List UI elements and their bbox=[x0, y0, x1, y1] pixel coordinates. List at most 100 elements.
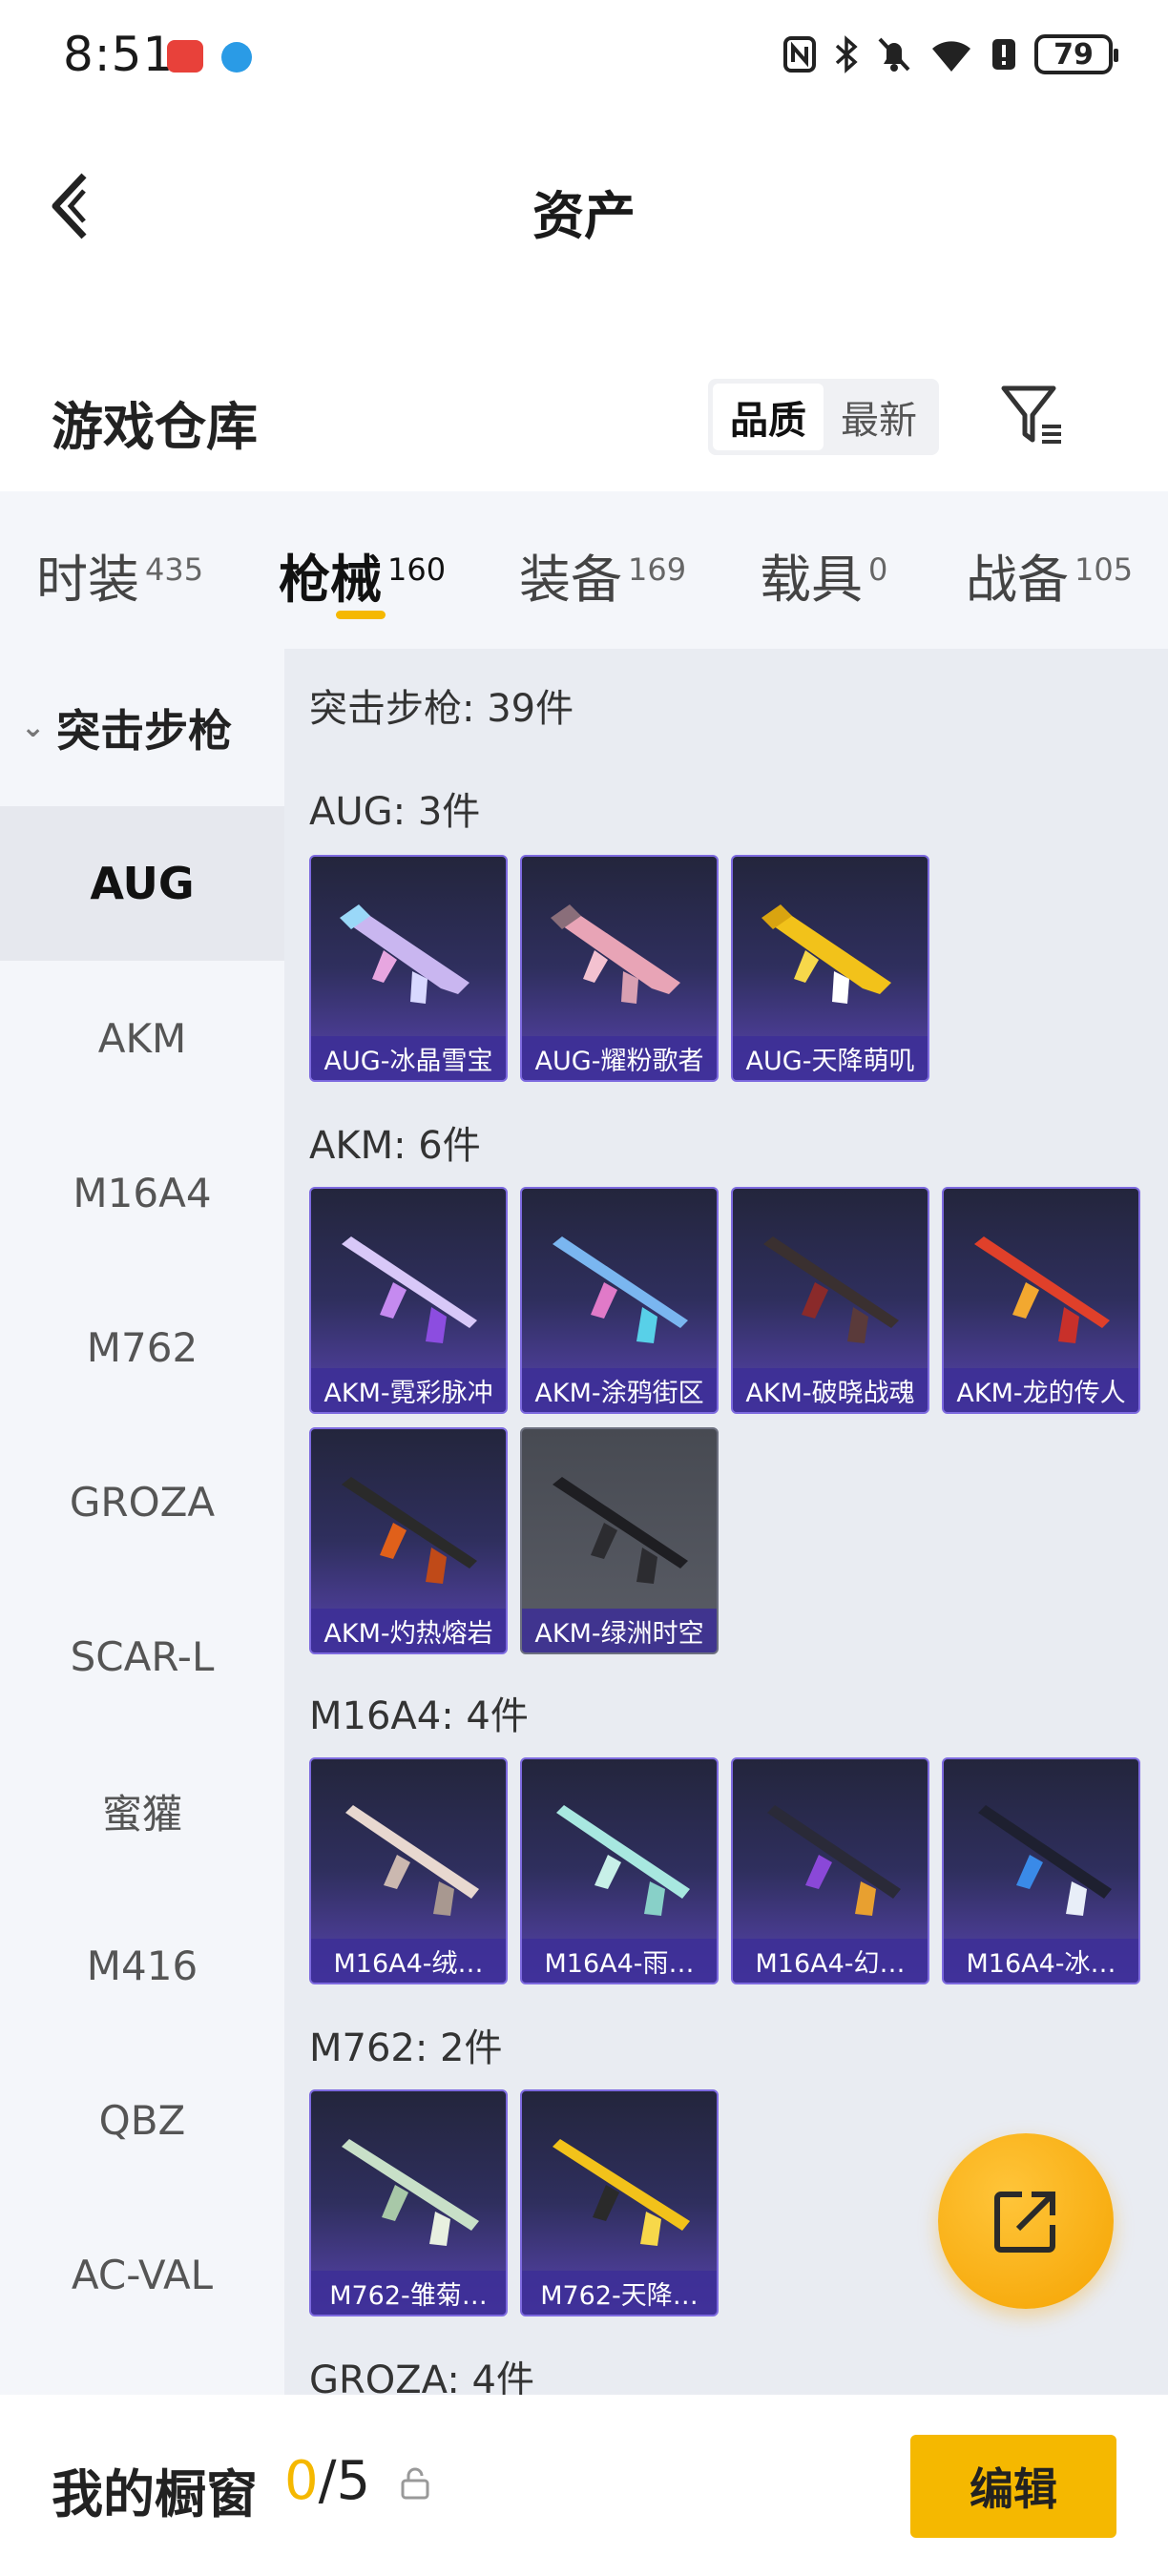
sidebar-item-m416[interactable]: M416 bbox=[0, 1888, 284, 2043]
share-button[interactable] bbox=[938, 2133, 1114, 2309]
status-bar: 8:51 79 bbox=[0, 0, 1168, 113]
weapon-card-label: AKM-破晓战魂 bbox=[733, 1368, 928, 1412]
section-heading-groza: GROZA: 4件 bbox=[309, 2358, 534, 2395]
tab-indicator bbox=[336, 611, 386, 619]
huawei-app-icon bbox=[167, 40, 203, 73]
showcase-title: 我的橱窗 bbox=[52, 2464, 258, 2524]
edit-button[interactable]: 编辑 bbox=[910, 2435, 1116, 2538]
weapon-skin-image bbox=[763, 1236, 899, 1343]
status-icons: 79 bbox=[782, 34, 1118, 74]
weapon-card-label: M762-天降… bbox=[522, 2271, 717, 2315]
tab-count: 435 bbox=[145, 551, 204, 588]
weapon-skin-image bbox=[556, 1805, 690, 1916]
weapon-card[interactable]: AUG-冰晶雪宝 bbox=[309, 855, 508, 1082]
weapon-skin-image bbox=[761, 904, 891, 1004]
sidebar-item-m762[interactable]: M762 bbox=[0, 1270, 284, 1424]
showcase-count-current: 0 bbox=[284, 2450, 319, 2512]
sidebar-group-label: 突击步枪 bbox=[56, 704, 233, 757]
tab-combat-gear[interactable]: 战备 105 bbox=[966, 537, 1133, 613]
weapon-card-label: M16A4-冰… bbox=[944, 1939, 1138, 1983]
section-heading-m16a4: M16A4: 4件 bbox=[309, 1694, 529, 1738]
sort-newest-button[interactable]: 最新 bbox=[824, 384, 934, 450]
warehouse-title: 游戏仓库 bbox=[52, 397, 258, 457]
tab-fashion[interactable]: 时装 435 bbox=[36, 537, 203, 613]
tab-label: 时装 bbox=[36, 550, 139, 610]
showcase-bar: 我的橱窗 0/5 编辑 bbox=[0, 2395, 1168, 2576]
weapon-card[interactable]: M16A4-幻… bbox=[731, 1757, 929, 1984]
wifi-icon bbox=[932, 41, 970, 72]
weapon-card-label: AKM-霓彩脉冲 bbox=[311, 1368, 506, 1412]
weapon-skin-image bbox=[340, 904, 469, 1004]
lock-icon bbox=[401, 2467, 429, 2500]
weapon-card[interactable]: AUG-耀粉歌者 bbox=[520, 855, 719, 1082]
alert-icon bbox=[992, 39, 1015, 70]
weapon-sidebar: ⌄ 突击步枪 AUG AKM M16A4 M762 GROZA SCAR-L 蜜… bbox=[0, 649, 284, 2395]
header: 资产 bbox=[0, 143, 1168, 267]
sort-quality-button[interactable]: 品质 bbox=[713, 384, 824, 450]
battery-icon: 79 bbox=[1034, 34, 1118, 74]
weapon-skin-image bbox=[974, 1236, 1110, 1343]
weapon-card-label: M16A4-雨… bbox=[522, 1939, 717, 1983]
filter-button[interactable] bbox=[998, 381, 1067, 449]
filter-icon bbox=[1001, 385, 1061, 444]
sidebar-group-assault-rifles[interactable]: ⌄ 突击步枪 bbox=[0, 649, 284, 806]
weapon-skin-image bbox=[342, 1236, 477, 1343]
sidebar-item-honey-badger[interactable]: 蜜獾 bbox=[0, 1734, 284, 1888]
sidebar-item-aug[interactable]: AUG bbox=[0, 806, 284, 961]
weapon-card-label: AKM-龙的传人 bbox=[944, 1368, 1138, 1412]
weapon-skin-image bbox=[553, 1236, 688, 1343]
sidebar-item-ac-val[interactable]: AC-VAL bbox=[0, 2197, 284, 2352]
weapon-card[interactable]: AKM-破晓战魂 bbox=[731, 1187, 929, 1414]
sort-toggle: 品质 最新 bbox=[708, 379, 939, 455]
weapon-card-label: AKM-绿洲时空 bbox=[522, 1609, 717, 1652]
weapon-card[interactable]: M762-天降… bbox=[520, 2089, 719, 2316]
summary-heading: 突击步枪: 39件 bbox=[309, 687, 574, 731]
tab-label: 装备 bbox=[519, 550, 622, 610]
tab-label: 枪械 bbox=[279, 550, 382, 610]
tab-equipment[interactable]: 装备 169 bbox=[519, 537, 686, 613]
weapon-card[interactable]: AKM-绿洲时空 bbox=[520, 1427, 719, 1654]
status-time: 8:51 bbox=[63, 27, 175, 82]
category-tabs: 时装 435 枪械 160 装备 169 载具 0 战备 105 bbox=[0, 491, 1168, 649]
section-heading-m762: M762: 2件 bbox=[309, 2026, 503, 2070]
weapon-card[interactable]: M16A4-绒… bbox=[309, 1757, 508, 1984]
tab-weapons[interactable]: 枪械 160 bbox=[279, 537, 446, 613]
weapon-card-label: AUG-天降萌叽 bbox=[733, 1036, 928, 1080]
weapon-card-label: M16A4-绒… bbox=[311, 1939, 506, 1983]
share-icon bbox=[994, 2192, 1055, 2253]
section-heading-aug: AUG: 3件 bbox=[309, 790, 481, 834]
weapon-card[interactable]: AKM-霓彩脉冲 bbox=[309, 1187, 508, 1414]
browser-app-icon bbox=[221, 42, 252, 73]
weapon-list: 突击步枪: 39件 AUG: 3件 AUG-冰晶雪宝 AUG-耀粉歌者 AUG-… bbox=[284, 649, 1168, 2395]
weapon-skin-image bbox=[551, 904, 680, 1004]
weapon-card-label: AUG-耀粉歌者 bbox=[522, 1036, 717, 1080]
weapon-card[interactable]: M16A4-雨… bbox=[520, 1757, 719, 1984]
sidebar-item-qbz[interactable]: QBZ bbox=[0, 2043, 284, 2197]
showcase-count: 0/5 bbox=[284, 2450, 370, 2512]
weapon-card-label: M16A4-幻… bbox=[733, 1939, 928, 1983]
showcase-count-total: /5 bbox=[318, 2450, 371, 2512]
tab-vehicles[interactable]: 载具 0 bbox=[760, 537, 887, 613]
sidebar-item-groza[interactable]: GROZA bbox=[0, 1424, 284, 1579]
tab-count: 105 bbox=[1074, 551, 1134, 588]
weapon-card[interactable]: M762-雏菊… bbox=[309, 2089, 508, 2316]
weapon-card[interactable]: AUG-天降萌叽 bbox=[731, 855, 929, 1082]
weapon-skin-image bbox=[553, 2139, 690, 2246]
weapon-card[interactable]: AKM-涂鸦街区 bbox=[520, 1187, 719, 1414]
sidebar-item-scar-l[interactable]: SCAR-L bbox=[0, 1579, 284, 1734]
sidebar-item-m16a4[interactable]: M16A4 bbox=[0, 1115, 284, 1270]
weapon-skin-image bbox=[342, 1477, 477, 1584]
weapon-card-label: M762-雏菊… bbox=[311, 2271, 506, 2315]
tab-label: 载具 bbox=[760, 550, 863, 610]
weapon-card[interactable]: AKM-灼热熔岩 bbox=[309, 1427, 508, 1654]
weapon-card[interactable]: M16A4-冰… bbox=[942, 1757, 1140, 1984]
weapon-card-label: AKM-涂鸦街区 bbox=[522, 1368, 717, 1412]
warehouse-row: 游戏仓库 品质 最新 bbox=[0, 367, 1168, 491]
weapon-skin-image bbox=[345, 1805, 479, 1916]
weapon-card[interactable]: AKM-龙的传人 bbox=[942, 1187, 1140, 1414]
sidebar-item-akm[interactable]: AKM bbox=[0, 961, 284, 1115]
section-heading-akm: AKM: 6件 bbox=[309, 1124, 481, 1168]
bluetooth-icon bbox=[835, 35, 858, 73]
tab-count: 160 bbox=[387, 551, 447, 588]
weapon-skin-image bbox=[342, 2139, 479, 2246]
